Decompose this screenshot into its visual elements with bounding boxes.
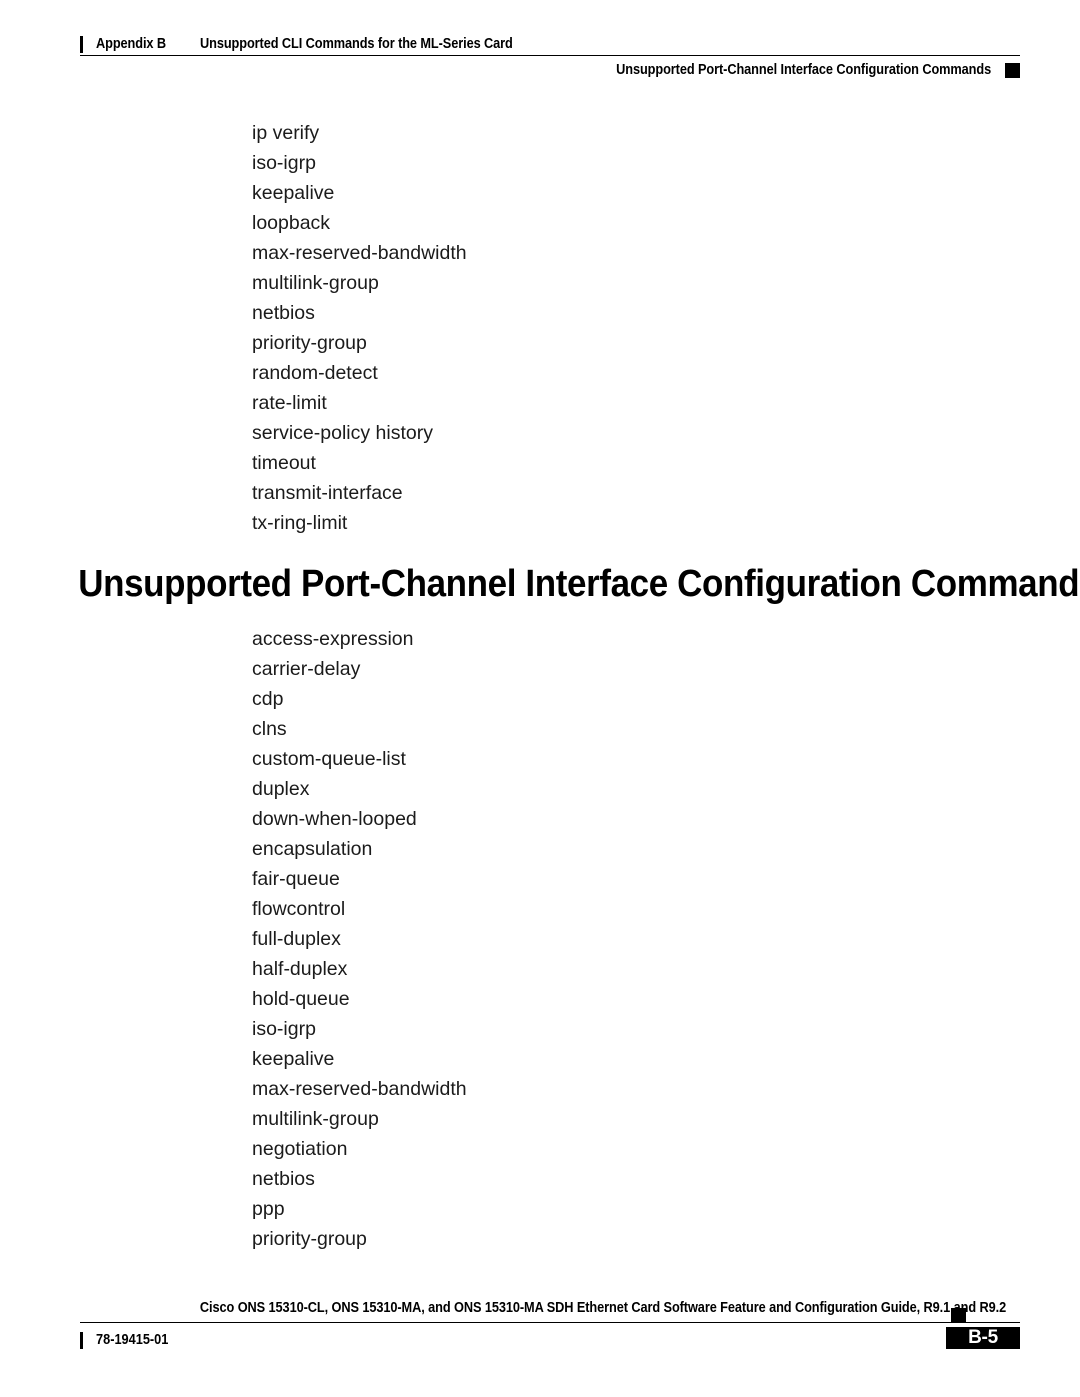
change-bar-icon xyxy=(80,36,83,53)
command-list-item: multilink-group xyxy=(252,272,379,294)
unsupported-command-list-bottom: access-expression carrier-delay cdp clns cus… xyxy=(0,624,1080,1254)
header-chapter-row: Appendix B Unsupported CLI Commands for … xyxy=(80,34,555,55)
command-list-item: iso-igrp xyxy=(252,1018,316,1040)
command-list-item: cdp xyxy=(252,688,284,710)
page-footer: Cisco ONS 15310-CL, ONS 15310-MA, and ON… xyxy=(80,1297,1020,1357)
command-list-item: access-expression xyxy=(252,628,414,650)
command-list-item: priority-group xyxy=(252,1228,367,1250)
command-list-item: clns xyxy=(252,718,287,740)
footer-document-title: Cisco ONS 15310-CL, ONS 15310-MA, and ON… xyxy=(199,1300,1006,1316)
footer-marker-square-icon xyxy=(951,1308,966,1323)
command-list-item: half-duplex xyxy=(252,958,348,980)
page-number-badge: B-5 xyxy=(946,1327,1020,1349)
page-content: ip verify iso-igrp keepalive loopback max-re… xyxy=(0,118,1080,1254)
command-list-item: netbios xyxy=(252,302,315,324)
header-section-title: Unsupported Port-Channel Interface Confi… xyxy=(616,61,991,78)
command-list-item: custom-queue-list xyxy=(252,748,406,770)
header-chapter-label: Appendix B xyxy=(96,36,167,52)
header-marker-square-icon xyxy=(1005,62,1020,78)
document-page: Appendix B Unsupported CLI Commands for … xyxy=(0,0,1080,1397)
command-list-item: transmit-interface xyxy=(252,482,403,504)
command-list-item: netbios xyxy=(252,1168,315,1190)
command-list-item: keepalive xyxy=(252,1048,335,1070)
header-chapter-title: Unsupported CLI Commands for the ML-Seri… xyxy=(199,36,513,52)
command-list-item: rate-limit xyxy=(252,392,327,414)
command-list-item: loopback xyxy=(252,212,331,234)
command-list-item: random-detect xyxy=(252,362,378,384)
command-list-item: full-duplex xyxy=(252,928,341,950)
footer-title-row: Cisco ONS 15310-CL, ONS 15310-MA, and ON… xyxy=(80,1297,1020,1320)
footer-docnum-row: 78-19415-01 xyxy=(80,1325,1020,1355)
page-section-heading: Unsupported Port-Channel Interface Confi… xyxy=(78,563,1080,605)
footer-change-bar-icon xyxy=(80,1331,83,1349)
command-list-item: priority-group xyxy=(252,332,367,354)
command-list-item: iso-igrp xyxy=(252,152,316,174)
command-list-item: service-policy history xyxy=(252,422,433,444)
command-list-item: ip verify xyxy=(252,122,320,144)
command-list-item: keepalive xyxy=(252,182,335,204)
footer-divider xyxy=(80,1322,1020,1324)
command-list-item: timeout xyxy=(252,452,316,474)
command-list-item: multilink-group xyxy=(252,1108,379,1130)
command-list-item: max-reserved-bandwidth xyxy=(252,1078,467,1100)
command-list-item: ppp xyxy=(252,1198,285,1220)
command-list-item: duplex xyxy=(252,778,310,800)
footer-document-number: 78-19415-01 xyxy=(96,1331,169,1348)
page-header: Appendix B Unsupported CLI Commands for … xyxy=(80,34,1020,84)
command-list-item: carrier-delay xyxy=(252,658,361,680)
command-list-item: hold-queue xyxy=(252,988,350,1010)
command-list-item: encapsulation xyxy=(252,838,373,860)
command-list-item: down-when-looped xyxy=(252,808,417,830)
command-list-item: tx-ring-limit xyxy=(252,512,348,534)
unsupported-command-list-top: ip verify iso-igrp keepalive loopback max-re… xyxy=(0,118,1080,538)
command-list-item: max-reserved-bandwidth xyxy=(252,242,467,264)
header-section-row: Unsupported Port-Channel Interface Confi… xyxy=(80,57,1020,83)
section-heading-block: Unsupported Port-Channel Interface Confi… xyxy=(0,562,1080,606)
command-list-item: fair-queue xyxy=(252,868,340,890)
command-list-item: flowcontrol xyxy=(252,898,346,920)
command-list-item: negotiation xyxy=(252,1138,348,1160)
